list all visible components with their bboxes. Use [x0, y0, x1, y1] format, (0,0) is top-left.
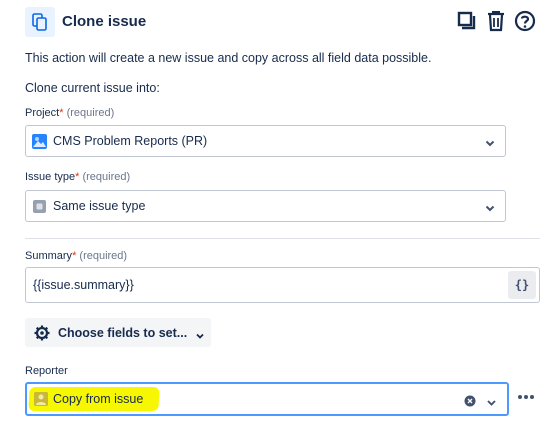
clone-icon	[25, 7, 55, 37]
clone-issue-panel: Clone issue This action will create a ne…	[0, 0, 552, 435]
divider	[25, 238, 540, 239]
required-text: (required)	[76, 250, 128, 262]
choose-fields-button[interactable]: Choose fields to set...	[25, 318, 211, 347]
page-title: Clone issue	[62, 13, 147, 30]
summary-label: Summary* (required)	[25, 250, 127, 262]
chevron-down-icon	[484, 201, 496, 213]
user-avatar-icon	[34, 392, 48, 406]
more-options-icon[interactable]	[515, 388, 537, 406]
project-value: CMS Problem Reports (PR)	[53, 134, 208, 148]
copy-icon[interactable]	[455, 9, 479, 33]
gear-icon	[34, 325, 50, 341]
chevron-down-icon[interactable]	[486, 395, 497, 406]
chevron-down-icon	[484, 136, 496, 148]
chevron-down-icon	[195, 328, 205, 339]
reporter-value: Copy from issue	[53, 392, 144, 406]
reporter-label: Reporter	[25, 365, 68, 377]
summary-value: {{issue.summary}}	[33, 278, 134, 292]
summary-label-text: Summary	[25, 250, 73, 262]
smart-value-button[interactable]: {}	[508, 271, 536, 299]
issue-type-value: Same issue type	[53, 199, 146, 213]
issue-type-label: Issue type* (required)	[25, 171, 130, 183]
project-label: Project* (required)	[25, 107, 114, 119]
required-text: (required)	[63, 107, 115, 119]
clone-into-label: Clone current issue into:	[25, 81, 160, 95]
issue-type-icon	[32, 199, 47, 214]
help-icon[interactable]	[513, 9, 537, 33]
project-avatar-icon	[32, 134, 47, 149]
choose-fields-label: Choose fields to set...	[58, 325, 188, 340]
issue-type-label-text: Issue type	[25, 171, 76, 183]
issue-type-select[interactable]: Same issue type	[25, 190, 506, 222]
summary-input[interactable]: {{issue.summary}} {}	[25, 267, 540, 303]
required-text: (required)	[79, 171, 131, 183]
trash-icon[interactable]	[484, 9, 508, 33]
description-text: This action will create a new issue and …	[25, 51, 432, 65]
reporter-select[interactable]: Copy from issue	[25, 382, 509, 416]
project-label-text: Project	[25, 107, 60, 119]
clear-icon[interactable]	[464, 394, 476, 407]
project-select[interactable]: CMS Problem Reports (PR)	[25, 125, 506, 157]
